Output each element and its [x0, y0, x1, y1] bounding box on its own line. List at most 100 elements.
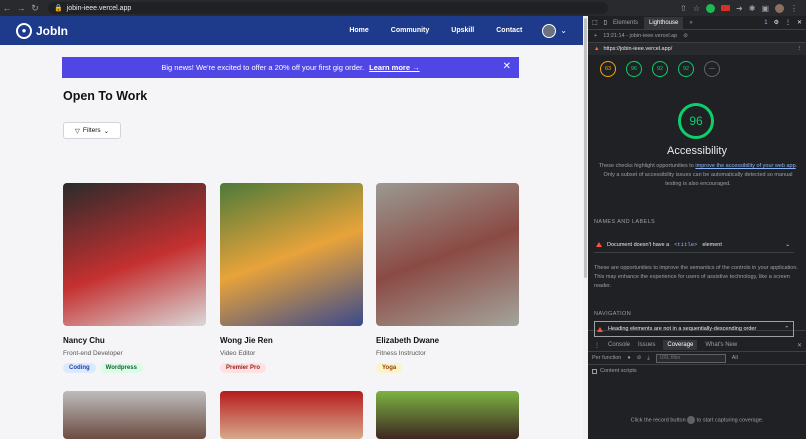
- reload-icon[interactable]: ↻: [28, 3, 42, 14]
- profile-photo: [376, 183, 519, 326]
- nav-upskill[interactable]: Upskill: [451, 27, 474, 34]
- filters-label: Filters: [82, 127, 101, 134]
- profile-name: Nancy Chu: [63, 336, 105, 345]
- page-title: Open To Work: [63, 89, 148, 103]
- forward-icon[interactable]: →: [14, 3, 28, 13]
- content-scripts-label: Content scripts: [600, 368, 637, 374]
- content-scripts-checkbox[interactable]: [592, 368, 597, 374]
- profile-card[interactable]: Nancy Chu Front-end Developer Coding Wor…: [63, 183, 206, 373]
- score-gauge-best-practices[interactable]: 92: [652, 61, 668, 77]
- sidepanel-icon[interactable]: ▣: [761, 4, 769, 13]
- menu-kebab-icon[interactable]: ⋮: [790, 4, 798, 13]
- profile-card[interactable]: Wong Jie Ren Video Editor Premier Pro: [220, 183, 363, 373]
- close-icon[interactable]: ✕: [797, 19, 806, 26]
- extension-icon[interactable]: [721, 5, 731, 11]
- record-icon[interactable]: ●: [627, 355, 630, 361]
- report-selector[interactable]: 13:21:14 - jobin-ieee.vercel.ap: [603, 33, 677, 39]
- profile-photo[interactable]: [220, 391, 363, 439]
- fail-triangle-icon: [596, 242, 602, 247]
- profile-photo[interactable]: [63, 391, 206, 439]
- drawer-tab-whats-new[interactable]: What's New: [705, 342, 737, 348]
- audit-item[interactable]: Heading elements are not in a sequential…: [594, 321, 794, 337]
- skill-tag: Premier Pro: [220, 363, 267, 373]
- site-logo[interactable]: ● JobIn: [16, 22, 68, 39]
- address-text: jobin-ieee.vercel.app: [66, 4, 132, 12]
- score-gauge-accessibility[interactable]: 96: [626, 61, 642, 77]
- skill-tag: Coding: [63, 363, 96, 373]
- user-menu[interactable]: ⌄: [542, 23, 567, 38]
- profile-photo: [63, 183, 206, 326]
- tab-elements[interactable]: Elements: [613, 20, 638, 26]
- score-gauge-pwa[interactable]: —: [704, 61, 720, 77]
- issues-badge[interactable]: 1: [764, 20, 767, 26]
- devtools-panel: ⬚ ▯ Elements Lighthouse » 1 ⚙ ⋮ ✕ + 13:2…: [588, 16, 806, 439]
- extension-arrow-icon[interactable]: ➜: [736, 4, 743, 13]
- new-report-icon[interactable]: +: [594, 33, 597, 39]
- promo-banner: Big news! We're excited to offer a 20% o…: [62, 57, 519, 78]
- web-page: ● JobIn Home Community Upskill Contact ⌄…: [0, 16, 583, 439]
- fail-triangle-icon: [597, 326, 603, 332]
- puzzle-extensions-icon[interactable]: ✱: [749, 4, 756, 13]
- profile-role: Fitness Instructor: [376, 350, 426, 357]
- lock-icon: 🔒: [54, 5, 63, 12]
- profile-photo[interactable]: [376, 391, 519, 439]
- record-button[interactable]: [687, 416, 696, 424]
- score-gauge-performance[interactable]: 63: [600, 61, 616, 77]
- devtools-drawer: Heading elements are not in a sequential…: [588, 321, 806, 439]
- profile-card[interactable]: Elizabeth Dwane Fitness Instructor Yoga: [376, 183, 519, 373]
- filter-icon: ▽: [74, 127, 80, 135]
- banner-text: Big news! We're excited to offer a 20% o…: [161, 63, 365, 72]
- drawer-tab-console[interactable]: Console: [608, 342, 630, 348]
- report-menu-icon[interactable]: ⋮: [797, 46, 806, 52]
- nav-community[interactable]: Community: [391, 27, 430, 34]
- device-toggle-icon[interactable]: ▯: [604, 19, 607, 26]
- accessibility-score-gauge: 96: [678, 103, 714, 139]
- export-icon[interactable]: ⤓: [647, 355, 649, 362]
- skill-tag: Yoga: [376, 363, 403, 373]
- clear-icon[interactable]: ⊘: [683, 33, 688, 39]
- profile-name: Wong Jie Ren: [220, 336, 273, 345]
- more-tabs-icon[interactable]: »: [689, 20, 692, 26]
- score-gauge-seo[interactable]: 92: [678, 61, 694, 77]
- profile-role: Video Editor: [220, 350, 256, 357]
- profile-avatar[interactable]: [775, 3, 784, 13]
- address-bar[interactable]: 🔒 jobin-ieee.vercel.app: [48, 2, 608, 14]
- audit-item[interactable]: Document doesn't have a <title> element …: [594, 237, 794, 253]
- learn-more-link[interactable]: Learn more →: [369, 63, 419, 72]
- chevron-down-icon: ⌄: [785, 241, 790, 248]
- section-heading: NAMES AND LABELS: [594, 219, 656, 225]
- type-filter-select[interactable]: All: [732, 355, 738, 361]
- drawer-tab-coverage[interactable]: Coverage: [663, 340, 698, 350]
- logo-text: JobIn: [36, 23, 68, 38]
- chevron-down-icon: ⌄: [560, 26, 567, 35]
- nav-home[interactable]: Home: [349, 27, 368, 34]
- coverage-empty-message: Click the record button to start capturi…: [630, 416, 764, 424]
- lighthouse-icon: ▲: [594, 46, 600, 52]
- chevron-up-icon: ⌃: [784, 326, 789, 332]
- accessibility-doc-link[interactable]: improve the accessibility of your web ap…: [695, 163, 795, 169]
- drawer-tab-issues[interactable]: Issues: [638, 342, 655, 348]
- inspect-icon[interactable]: ⬚: [592, 19, 598, 26]
- bookmark-star-icon[interactable]: ☆: [693, 4, 700, 13]
- category-title: Accessibility: [667, 145, 727, 157]
- devtools-menu-icon[interactable]: ⋮: [785, 19, 791, 26]
- tab-lighthouse[interactable]: Lighthouse: [644, 16, 684, 29]
- url-filter-input[interactable]: [655, 353, 726, 363]
- skill-tag: Wordpress: [99, 363, 143, 373]
- grammarly-extension-icon[interactable]: [706, 3, 716, 13]
- back-icon[interactable]: ←: [0, 3, 14, 13]
- clear-icon[interactable]: ⊘: [637, 355, 642, 361]
- per-function-select[interactable]: Per function: [592, 355, 621, 361]
- section-heading: NAVIGATION: [594, 311, 632, 317]
- scrollbar-thumb[interactable]: [584, 18, 587, 278]
- settings-gear-icon[interactable]: ⚙: [774, 19, 779, 26]
- nav-contact[interactable]: Contact: [496, 27, 522, 34]
- close-icon[interactable]: ✕: [503, 61, 511, 72]
- close-drawer-icon[interactable]: ✕: [797, 342, 806, 349]
- filters-button[interactable]: ▽ Filters ⌄: [63, 122, 121, 139]
- browser-toolbar: ← → ↻ 🔒 jobin-ieee.vercel.app ⇧ ☆ ➜ ✱ ▣ …: [0, 0, 806, 16]
- drawer-menu-icon[interactable]: ⋮: [594, 342, 600, 349]
- share-icon[interactable]: ⇧: [680, 4, 687, 13]
- profile-photo: [220, 183, 363, 326]
- category-description: These checks highlight opportunities to …: [598, 163, 798, 187]
